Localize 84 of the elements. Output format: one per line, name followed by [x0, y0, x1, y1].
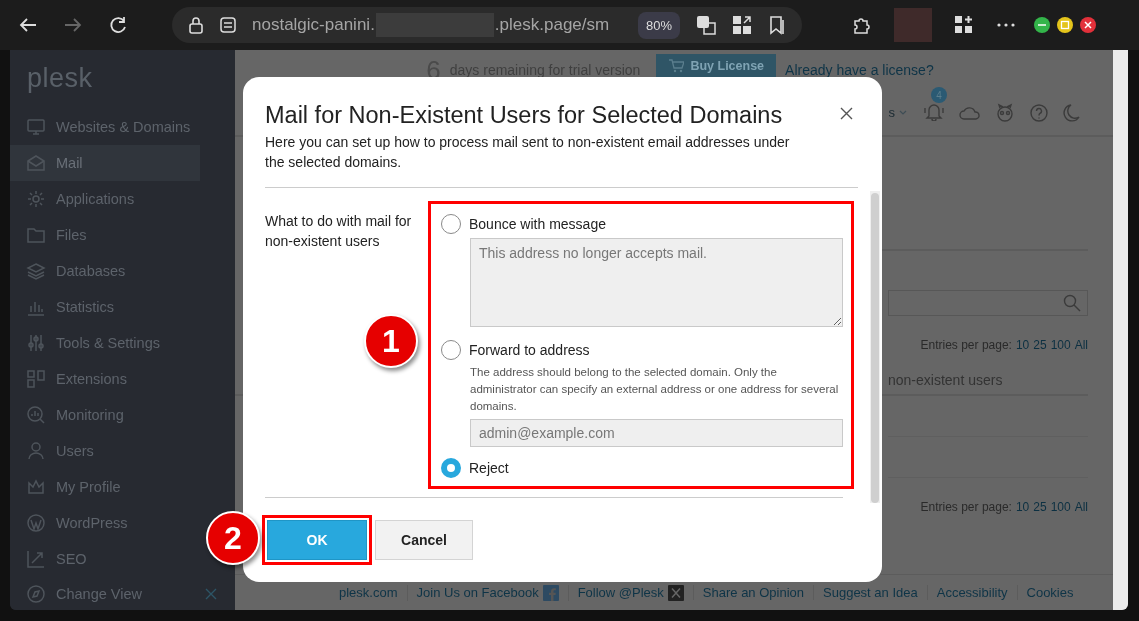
bell-icon[interactable]: [923, 101, 945, 121]
menu-item-icon: [26, 153, 46, 174]
menu-item-icon: [26, 369, 46, 390]
moon-icon[interactable]: [1063, 102, 1081, 123]
split-screen-icon[interactable]: [732, 15, 753, 35]
sidebar-item[interactable]: My Profile: [10, 469, 200, 506]
menu-item-icon: [26, 333, 46, 354]
entries-label: Entries per page:: [920, 500, 1012, 514]
close-icon[interactable]: [840, 107, 853, 120]
sidebar-item[interactable]: Websites & Domains: [10, 109, 200, 146]
scrollbar[interactable]: [1113, 50, 1128, 610]
footer-link[interactable]: Share an Opinion: [702, 585, 804, 600]
radio-label[interactable]: Reject: [469, 460, 509, 476]
entries-label: Entries per page:: [920, 338, 1012, 352]
page-size-link[interactable]: 10: [1015, 500, 1030, 514]
sidebar-item[interactable]: Files: [10, 217, 200, 254]
footer-link[interactable]: Join Us on Facebook: [416, 585, 539, 600]
menu-item-icon: [26, 117, 46, 138]
sidebar-item[interactable]: Databases: [10, 253, 200, 290]
menu-item-icon: [26, 189, 46, 210]
cart-icon: [668, 59, 685, 73]
lock-icon[interactable]: [188, 16, 204, 34]
sidebar-item[interactable]: Statistics: [10, 289, 200, 326]
scrollbar[interactable]: [870, 191, 880, 503]
sidebar-item[interactable]: SEO: [10, 541, 200, 578]
sidebar-item[interactable]: Mail: [10, 145, 200, 182]
close-icon[interactable]: [1080, 17, 1096, 33]
sidebar-item[interactable]: Applications: [10, 181, 200, 218]
minimize-icon[interactable]: [1034, 17, 1050, 33]
puzzle-icon[interactable]: [852, 15, 872, 35]
search-field[interactable]: [888, 290, 1088, 316]
cloud-icon[interactable]: [959, 104, 981, 121]
zoom-badge[interactable]: 80%: [638, 11, 681, 39]
field-hint: The address should belong to the selected domain. Only the administrator can specify an external address or one address for several domains.: [470, 365, 840, 414]
page-size-link[interactable]: 100: [1050, 338, 1071, 352]
menu-item-icon: [26, 261, 46, 282]
menu-item-icon: [26, 225, 46, 246]
page-size-link[interactable]: 100: [1050, 500, 1071, 514]
compass-icon: [26, 583, 46, 604]
footer-link[interactable]: Accessibility: [936, 585, 1008, 600]
change-view-link[interactable]: Change View: [56, 585, 142, 602]
footer-link[interactable]: Follow @Plesk: [577, 585, 664, 600]
buy-license-button[interactable]: Buy License: [656, 54, 777, 78]
sidebar-item[interactable]: Extensions: [10, 361, 200, 398]
ok-button[interactable]: OK: [267, 520, 367, 560]
page-size-link[interactable]: 10: [1015, 338, 1030, 352]
chevron-icon: [899, 109, 907, 116]
bookmark-icon[interactable]: [768, 15, 787, 35]
address-bar[interactable]: nostalgic-panini. .plesk.page/sm 80%: [172, 7, 802, 43]
page-info-icon[interactable]: [220, 17, 236, 33]
menu-item-icon: [26, 513, 46, 534]
menu-link[interactable]: s: [888, 105, 907, 120]
sidebar-item[interactable]: WordPress: [10, 505, 200, 542]
page-size-link[interactable]: All: [1074, 500, 1088, 514]
search-icon: [1063, 294, 1081, 312]
reload-icon[interactable]: [108, 15, 128, 35]
more-icon[interactable]: [996, 22, 1016, 28]
maximize-icon[interactable]: [1057, 17, 1073, 33]
sidebar-item[interactable]: Users: [10, 433, 200, 470]
menu-item-icon: [26, 405, 46, 426]
help-icon[interactable]: [1029, 102, 1049, 123]
dialog-description: Here you can set up how to process mail sent to non-existent email addresses under the selected domains.: [265, 133, 791, 172]
page-size-link[interactable]: 25: [1033, 338, 1047, 352]
footer-link[interactable]: plesk.com: [339, 585, 398, 600]
apps-icon[interactable]: [954, 15, 974, 35]
facebook-icon[interactable]: [542, 584, 559, 601]
dialog-title: Mail for Non-Existent Users for Selected Domains: [265, 101, 784, 130]
translate-icon[interactable]: [696, 15, 717, 35]
sidebar-item[interactable]: Tools & Settings: [10, 325, 200, 362]
cancel-button[interactable]: Cancel: [375, 520, 473, 560]
address-text: .plesk.page/sm: [494, 15, 610, 35]
field-label: What to do with mail for non-existent users: [265, 212, 413, 251]
radio-button[interactable]: [441, 458, 461, 478]
footer-link[interactable]: Cookies: [1026, 585, 1074, 600]
menu-item-icon: [26, 441, 46, 462]
sidebar-item[interactable]: Monitoring: [10, 397, 200, 434]
footer-link[interactable]: Suggest an Idea: [823, 585, 918, 600]
page-size-link[interactable]: All: [1074, 338, 1088, 352]
license-link[interactable]: Already have a license?: [785, 62, 934, 78]
page-size-link[interactable]: 25: [1033, 500, 1047, 514]
x-logo-icon[interactable]: [667, 584, 684, 601]
address-text: nostalgic-panini.: [252, 15, 375, 35]
menu-item-icon: [26, 549, 46, 570]
animal-face-icon[interactable]: [995, 102, 1015, 123]
